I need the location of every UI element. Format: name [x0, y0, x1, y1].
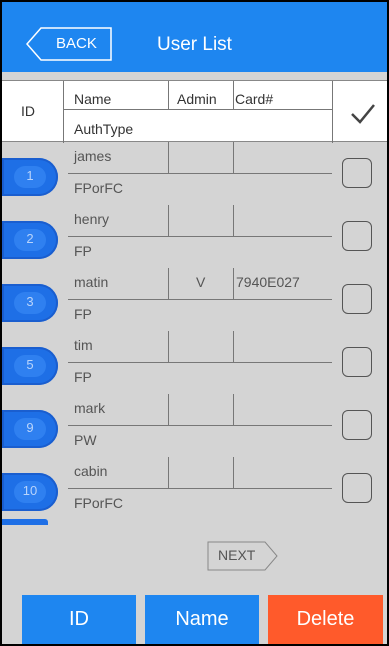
header-bar: BACK User List	[2, 2, 387, 72]
user-id-badge[interactable]: 1	[2, 158, 58, 196]
user-id: 1	[26, 168, 34, 183]
user-authtype: FP	[74, 306, 92, 322]
column-card[interactable]: Card#	[235, 91, 273, 107]
column-admin[interactable]: Admin	[177, 91, 217, 107]
user-authtype: FPorFC	[74, 495, 123, 511]
user-name: henry	[74, 211, 110, 227]
user-id: 2	[26, 231, 34, 246]
column-id[interactable]: ID	[21, 103, 35, 119]
user-authtype: FPorFC	[74, 180, 123, 196]
user-id-badge[interactable]: 3	[2, 284, 58, 322]
select-all-checkmark-icon[interactable]	[349, 102, 377, 126]
user-id-badge[interactable]: 5	[2, 347, 58, 385]
row-checkbox[interactable]	[342, 473, 372, 503]
user-name: mark	[74, 400, 106, 416]
sort-by-name-button[interactable]: Name	[145, 595, 259, 644]
user-id-badge[interactable]: 9	[2, 410, 58, 448]
column-name[interactable]: Name	[74, 91, 111, 107]
row-checkbox[interactable]	[342, 221, 372, 251]
row-checkbox[interactable]	[342, 284, 372, 314]
user-row[interactable]: 5 tim FP	[2, 331, 387, 394]
row-checkbox[interactable]	[342, 347, 372, 377]
user-authtype: FP	[74, 369, 92, 385]
column-authtype[interactable]: AuthType	[74, 121, 133, 137]
user-authtype: PW	[74, 432, 97, 448]
next-page-button[interactable]: NEXT	[207, 541, 279, 571]
user-row[interactable]: 1 james FPorFC	[2, 142, 387, 205]
user-id: 5	[26, 357, 34, 372]
delete-button[interactable]: Delete	[268, 595, 383, 644]
back-button[interactable]: BACK	[26, 27, 112, 61]
user-id: 9	[26, 420, 34, 435]
page-title: User List	[157, 34, 232, 55]
partial-row-indicator	[2, 519, 48, 525]
user-name: james	[74, 148, 112, 164]
user-list-screen: BACK User List ID Name Admin Card# AuthT…	[0, 0, 389, 646]
column-header: ID Name Admin Card# AuthType	[2, 80, 387, 143]
user-name: tim	[74, 337, 93, 353]
user-id: 10	[22, 483, 38, 498]
user-row[interactable]: 2 henry FP	[2, 205, 387, 268]
next-label: NEXT	[218, 547, 256, 563]
user-row[interactable]: 9 mark PW	[2, 394, 387, 457]
back-label: BACK	[56, 35, 97, 52]
user-name: cabin	[74, 463, 108, 479]
user-id: 3	[26, 294, 34, 309]
user-row[interactable]: 10 cabin FPorFC	[2, 457, 387, 520]
row-checkbox[interactable]	[342, 410, 372, 440]
user-id-badge[interactable]: 2	[2, 221, 58, 259]
user-authtype: FP	[74, 243, 92, 259]
user-row[interactable]: 3 matin V 7940E027 FP	[2, 268, 387, 331]
user-card: 7940E027	[236, 274, 300, 290]
user-id-badge[interactable]: 10	[2, 473, 58, 511]
user-admin: V	[196, 274, 206, 290]
sort-by-id-button[interactable]: ID	[22, 595, 136, 644]
user-name: matin	[74, 274, 109, 290]
row-checkbox[interactable]	[342, 158, 372, 188]
